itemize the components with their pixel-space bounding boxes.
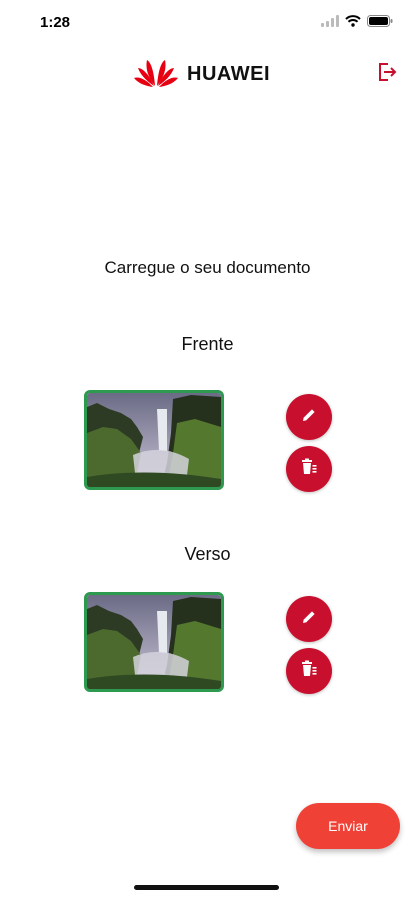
huawei-logo-icon <box>133 56 179 93</box>
instruction-text: Carregue o seu documento <box>104 258 311 277</box>
trash-icon <box>299 457 319 482</box>
logout-icon <box>376 61 398 88</box>
front-label: Frente <box>181 334 234 354</box>
pencil-icon <box>300 608 318 631</box>
back-delete-button[interactable] <box>286 648 332 694</box>
status-time: 1:28 <box>40 14 71 31</box>
status-icons <box>321 14 393 32</box>
app-header: HUAWEI <box>0 44 415 108</box>
back-document-image[interactable] <box>84 592 224 692</box>
battery-icon <box>367 14 393 32</box>
home-indicator <box>134 885 279 890</box>
back-label: Verso <box>184 544 231 564</box>
signal-icon <box>321 14 339 32</box>
brand-name: HUAWEI <box>187 63 270 85</box>
front-delete-button[interactable] <box>286 446 332 492</box>
front-document-image[interactable] <box>84 390 224 490</box>
status-bar: 1:28 <box>0 0 415 44</box>
brand: HUAWEI <box>133 56 270 93</box>
wifi-icon <box>345 14 361 32</box>
trash-icon <box>299 659 319 684</box>
front-edit-button[interactable] <box>286 394 332 440</box>
logout-button[interactable] <box>373 60 401 88</box>
back-edit-button[interactable] <box>286 596 332 642</box>
send-button[interactable]: Enviar <box>296 803 400 849</box>
pencil-icon <box>300 406 318 429</box>
